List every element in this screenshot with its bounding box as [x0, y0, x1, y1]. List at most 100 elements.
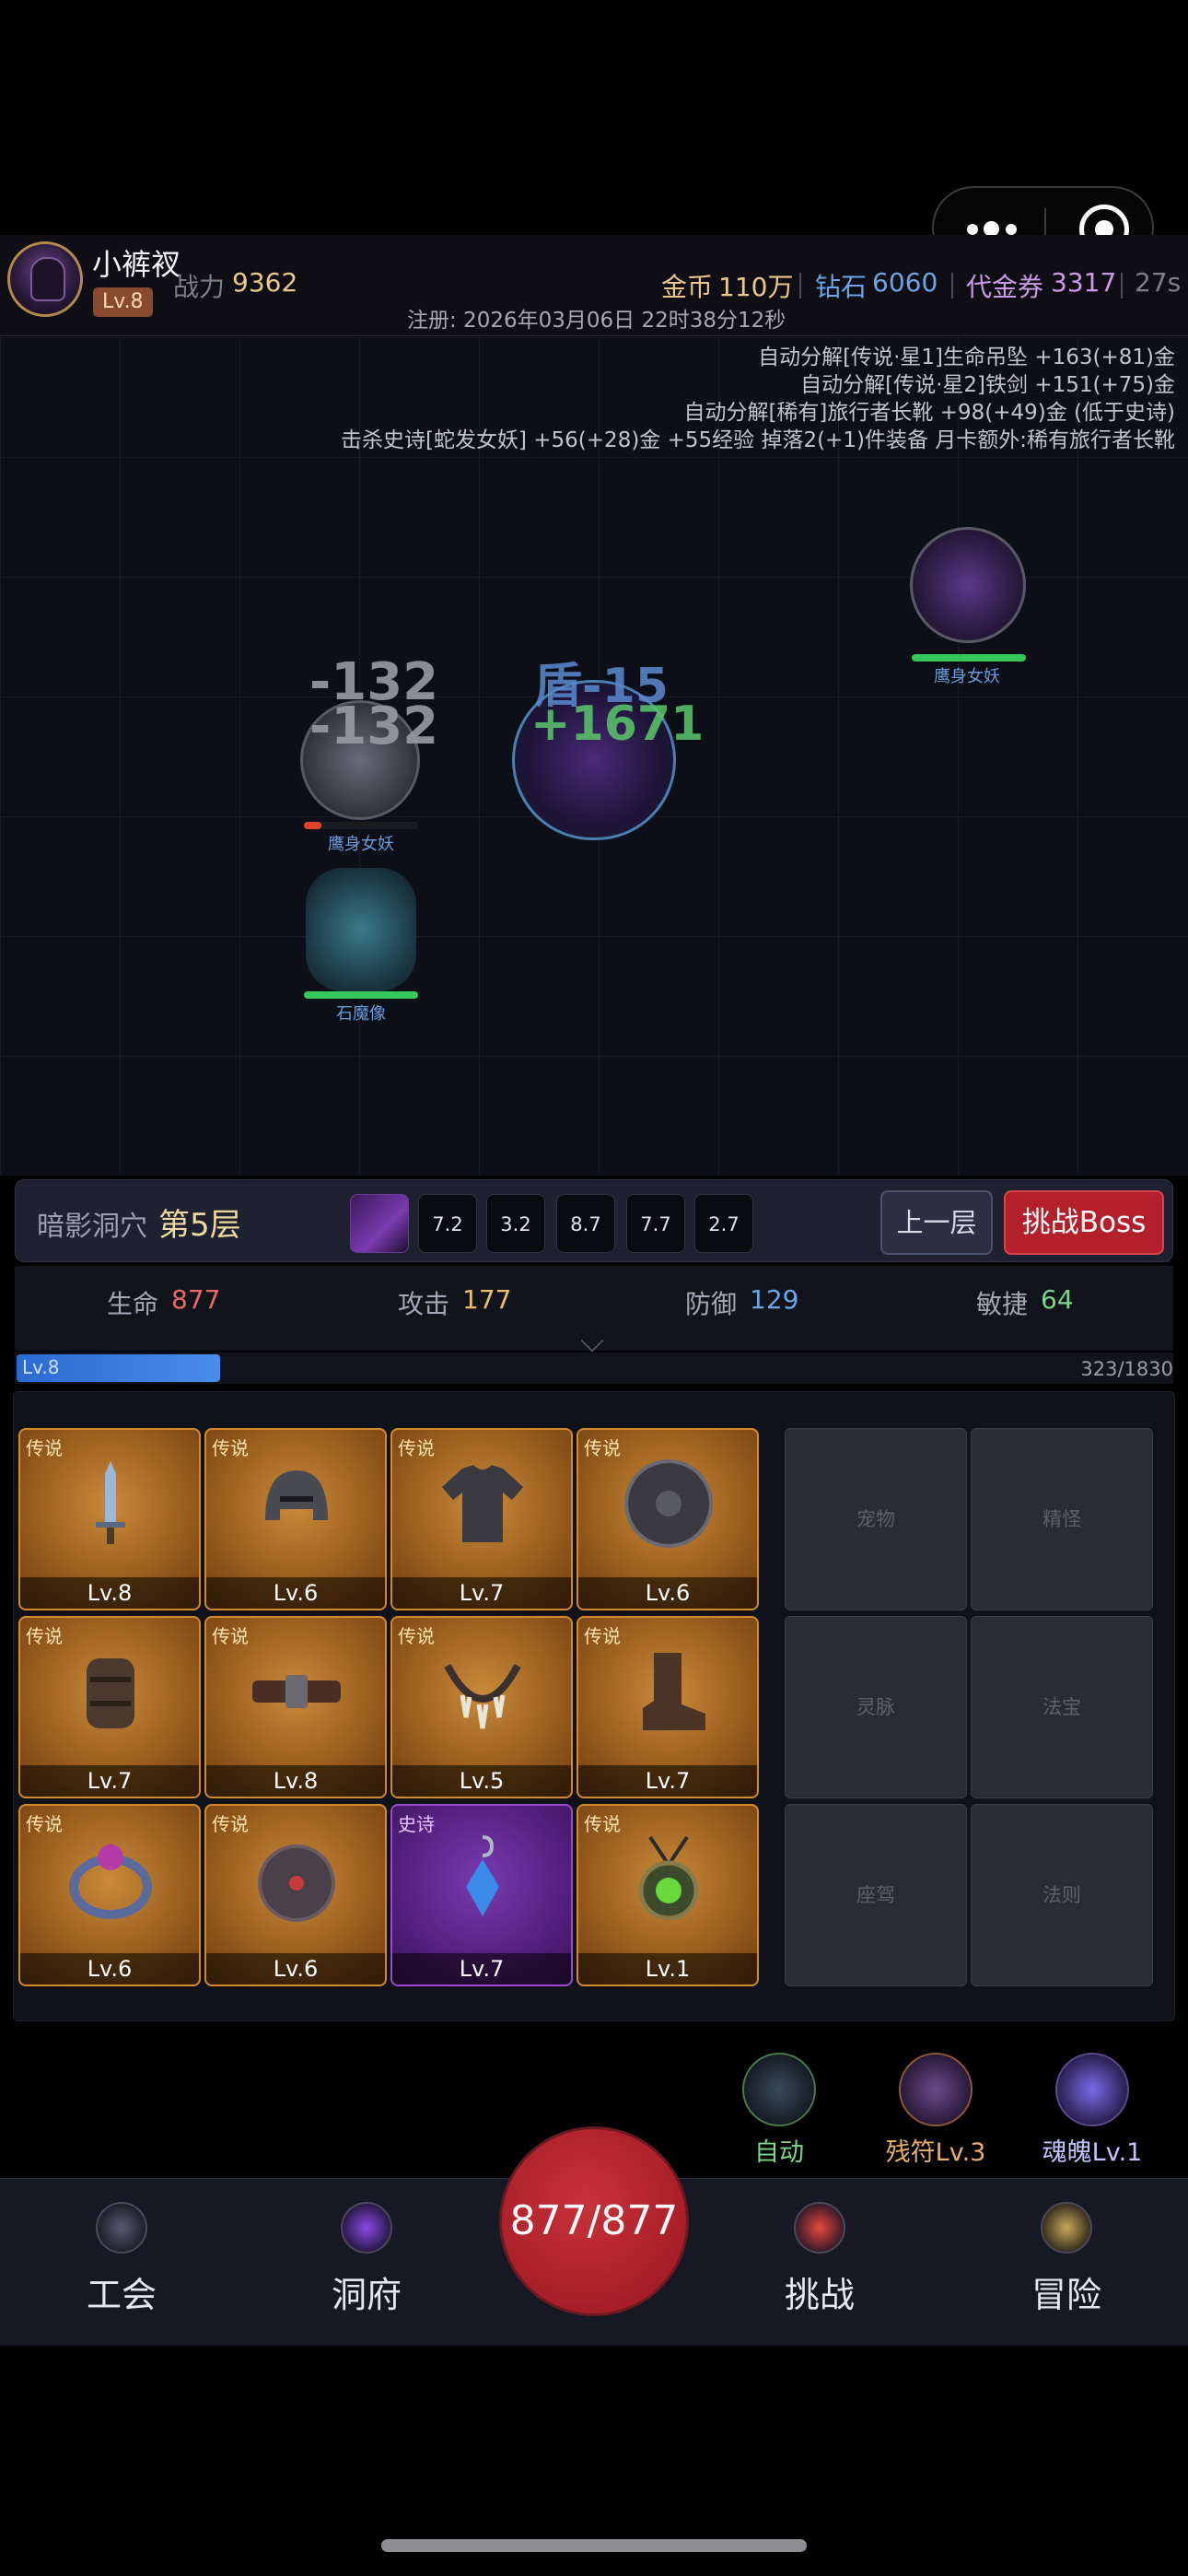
xp-text: 323/1830: [1080, 1358, 1173, 1380]
enemy-name: 石魔像: [336, 1004, 386, 1024]
empty-slot-law[interactable]: 法则: [971, 1804, 1153, 1986]
skill-cooldown[interactable]: 8.7: [556, 1194, 615, 1253]
rune-icon[interactable]: [899, 2053, 973, 2126]
heal-text: +1671: [530, 697, 705, 752]
equip-level: Lv.7: [578, 1765, 757, 1797]
equip-slot-weapon[interactable]: 传说 Lv.8: [18, 1428, 201, 1610]
gold-value: 110万: [718, 272, 794, 302]
harpy-sprite[interactable]: [910, 527, 1026, 643]
rarity-tag: 传说: [584, 1625, 621, 1647]
nav-cave[interactable]: 洞府: [293, 2266, 440, 2317]
necklace-icon: [444, 1664, 521, 1729]
skill-cooldown[interactable]: 7.2: [418, 1194, 477, 1253]
empty-slot-spirit[interactable]: 精怪: [971, 1428, 1153, 1610]
battle-log-line: 自动分解[传说·星2]铁剑 +151(+75)金: [800, 373, 1175, 397]
stat-value: 64: [1041, 1284, 1074, 1315]
challenge-icon[interactable]: [794, 2202, 845, 2254]
rarity-tag: 传说: [212, 1813, 249, 1835]
avatar[interactable]: [7, 241, 83, 317]
equip-slot-pendant[interactable]: 传说 Lv.1: [577, 1804, 759, 1986]
empty-slot-pet[interactable]: 宠物: [785, 1428, 967, 1610]
rarity-tag: 传说: [584, 1813, 621, 1835]
nav-adventure[interactable]: 冒险: [993, 2266, 1140, 2317]
enemy-name: 鹰身女妖: [328, 835, 394, 854]
enemy-hp-fill: [304, 991, 418, 999]
rarity-tag: 传说: [26, 1625, 63, 1647]
soul-label[interactable]: 魂魄Lv.1: [1019, 2132, 1166, 2168]
equip-level: Lv.5: [392, 1765, 571, 1797]
stat-label: 攻击: [398, 1289, 450, 1319]
shield-icon: [624, 1459, 713, 1548]
player-name: 小裤衩: [92, 247, 181, 282]
adventure-icon[interactable]: [1041, 2202, 1092, 2254]
boot-icon: [643, 1653, 705, 1730]
equip-slot-amulet[interactable]: 传说 Lv.6: [204, 1804, 387, 1986]
earring-icon: [466, 1835, 499, 1916]
equip-slot-shield[interactable]: 传说 Lv.6: [577, 1428, 759, 1610]
battle-log-line: 自动分解[稀有]旅行者长靴 +98(+49)金 (低于史诗): [683, 401, 1175, 425]
equip-slot-belt[interactable]: 传说 Lv.8: [204, 1616, 387, 1798]
equip-level: Lv.7: [392, 1577, 571, 1609]
equip-slot-bracer[interactable]: 传说 Lv.7: [18, 1616, 201, 1798]
hp-orb[interactable]: 877/877: [499, 2126, 689, 2316]
enemy-hp-bar: [304, 991, 418, 999]
equip-slot-boots[interactable]: 传说 Lv.7: [577, 1616, 759, 1798]
helmet-icon: [265, 1470, 328, 1520]
cave-icon[interactable]: [341, 2202, 392, 2254]
stat-value: 177: [462, 1284, 512, 1315]
stat-label: 防御: [685, 1289, 738, 1319]
rarity-tag: 传说: [26, 1437, 63, 1459]
rarity-tag: 传说: [398, 1437, 435, 1459]
enemy-hp-bar: [912, 654, 1026, 662]
diamond-label: 钻石: [815, 272, 868, 302]
amulet-disc-icon: [258, 1844, 335, 1922]
floor-number: 第5层: [158, 1207, 241, 1244]
equip-level: Lv.8: [20, 1577, 199, 1609]
rarity-tag: 史诗: [398, 1813, 435, 1835]
nav-challenge[interactable]: 挑战: [746, 2266, 893, 2317]
sword-icon: [96, 1461, 125, 1544]
prev-floor-button[interactable]: 上一层: [880, 1190, 993, 1255]
divider: [1121, 273, 1123, 299]
belt-icon: [252, 1675, 341, 1708]
skill-cooldown[interactable]: 7.7: [626, 1194, 685, 1253]
empty-slot-vein[interactable]: 灵脉: [785, 1616, 967, 1798]
equip-slot-ring[interactable]: 传说 Lv.6: [18, 1804, 201, 1986]
rarity-tag: 传说: [212, 1625, 249, 1647]
equip-slot-armor[interactable]: 传说 Lv.7: [390, 1428, 573, 1610]
auto-label[interactable]: 自动: [705, 2132, 853, 2168]
timer: 27s: [1135, 267, 1182, 298]
active-skill-icon[interactable]: [350, 1194, 409, 1253]
equip-level: Lv.7: [20, 1765, 199, 1797]
voucher-value: 3317: [1051, 267, 1117, 298]
ring-icon: [69, 1844, 152, 1919]
enemy-hp-fill: [304, 822, 321, 829]
equip-level: Lv.6: [578, 1577, 757, 1609]
equip-level: Lv.1: [578, 1953, 757, 1985]
power-label: 战力: [173, 272, 226, 302]
golem-sprite[interactable]: [306, 868, 416, 991]
divider: [951, 273, 953, 299]
level-badge: Lv.8: [93, 287, 153, 317]
skill-cooldown[interactable]: 2.7: [694, 1194, 753, 1253]
equip-slot-helmet[interactable]: 传说 Lv.6: [204, 1428, 387, 1610]
auto-icon[interactable]: [742, 2053, 816, 2126]
nav-guild[interactable]: 工会: [48, 2266, 195, 2317]
enemy-hp-bar: [304, 822, 418, 829]
enemy-name: 鹰身女妖: [934, 667, 1000, 686]
stat-label: 生命: [107, 1289, 159, 1319]
power-value: 9362: [232, 267, 298, 298]
soul-icon[interactable]: [1055, 2053, 1129, 2126]
empty-slot-treasure[interactable]: 法宝: [971, 1616, 1153, 1798]
pendant-icon: [638, 1835, 699, 1921]
battle-log-line: 击杀史诗[蛇发女妖] +56(+28)金 +55经验 掉落2(+1)件装备 月卡…: [341, 428, 1175, 452]
bracer-icon: [87, 1658, 134, 1728]
equip-level: Lv.7: [392, 1953, 571, 1985]
skill-cooldown[interactable]: 3.2: [486, 1194, 545, 1253]
equip-slot-earring[interactable]: 史诗 Lv.7: [390, 1804, 573, 1986]
rune-label[interactable]: 残符Lv.3: [862, 2132, 1009, 2168]
challenge-boss-button[interactable]: 挑战Boss: [1004, 1190, 1164, 1255]
equip-slot-necklace[interactable]: 传说 Lv.5: [390, 1616, 573, 1798]
empty-slot-mount[interactable]: 座驾: [785, 1804, 967, 1986]
guild-icon[interactable]: [96, 2202, 147, 2254]
